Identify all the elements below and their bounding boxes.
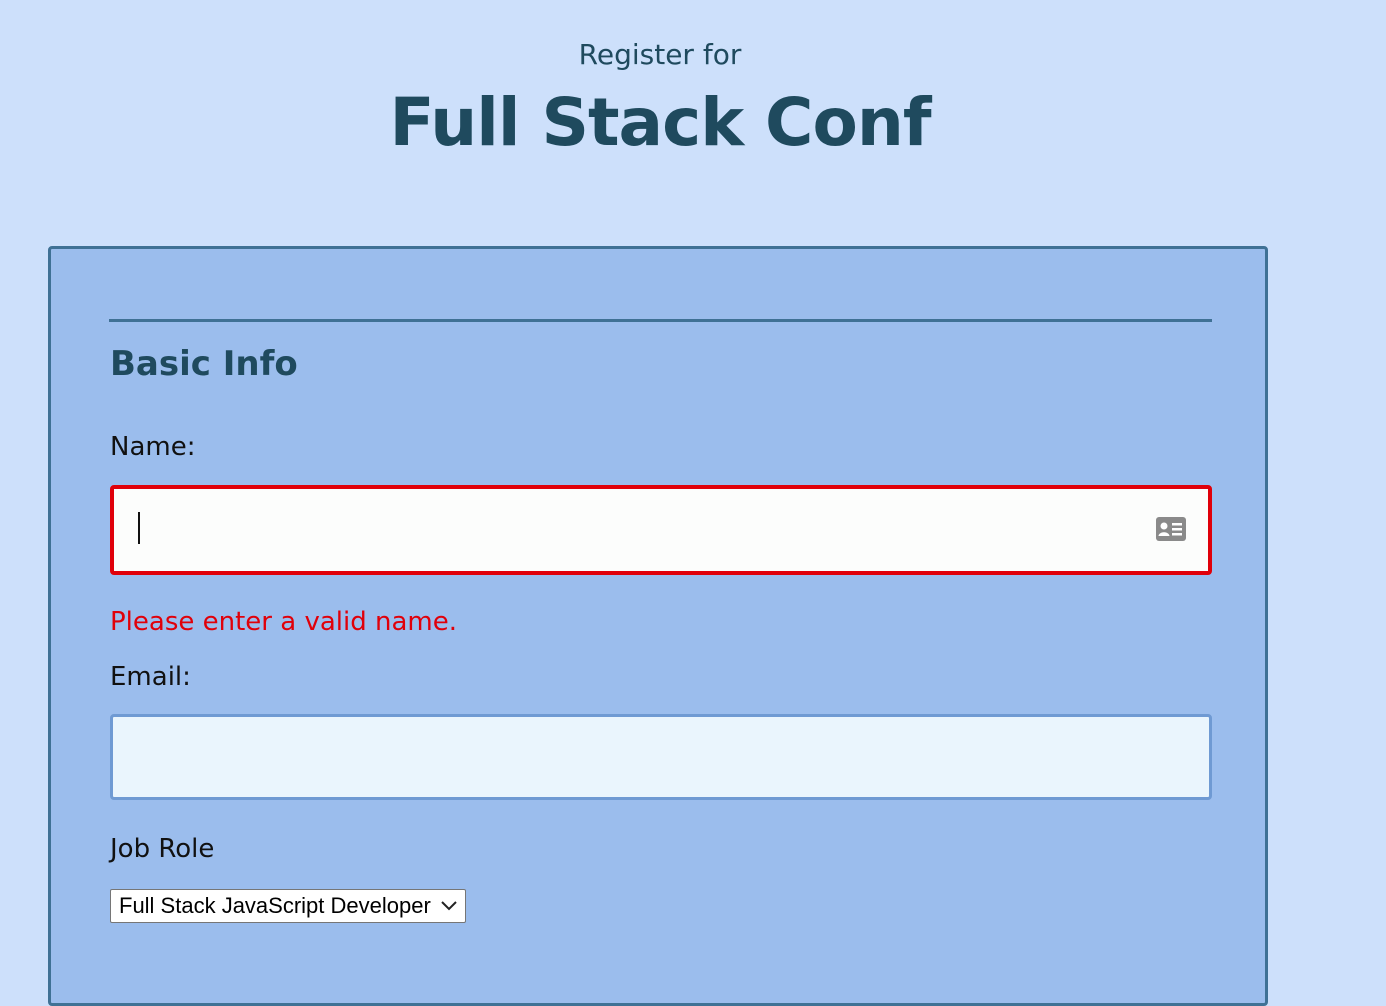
name-error-message: Please enter a valid name. xyxy=(110,607,457,637)
page-title: Full Stack Conf xyxy=(389,84,931,161)
page-subtitle: Register for xyxy=(578,38,742,71)
section-divider xyxy=(109,319,1212,322)
registration-form-card: Basic Info Name: Please enter a valid na… xyxy=(48,246,1268,1006)
name-input[interactable] xyxy=(110,485,1212,575)
name-label: Name: xyxy=(110,432,196,462)
email-label: Email: xyxy=(110,662,191,692)
text-caret xyxy=(138,512,140,544)
job-role-selected-value: Full Stack JavaScript Developer xyxy=(119,893,431,918)
contact-card-icon[interactable] xyxy=(1156,517,1186,541)
section-title-basic-info: Basic Info xyxy=(110,344,298,384)
job-role-select[interactable]: Full Stack JavaScript Developer xyxy=(110,889,466,923)
email-input[interactable] xyxy=(110,714,1212,800)
job-role-label: Job Role xyxy=(110,834,215,864)
chevron-down-icon xyxy=(441,901,457,911)
